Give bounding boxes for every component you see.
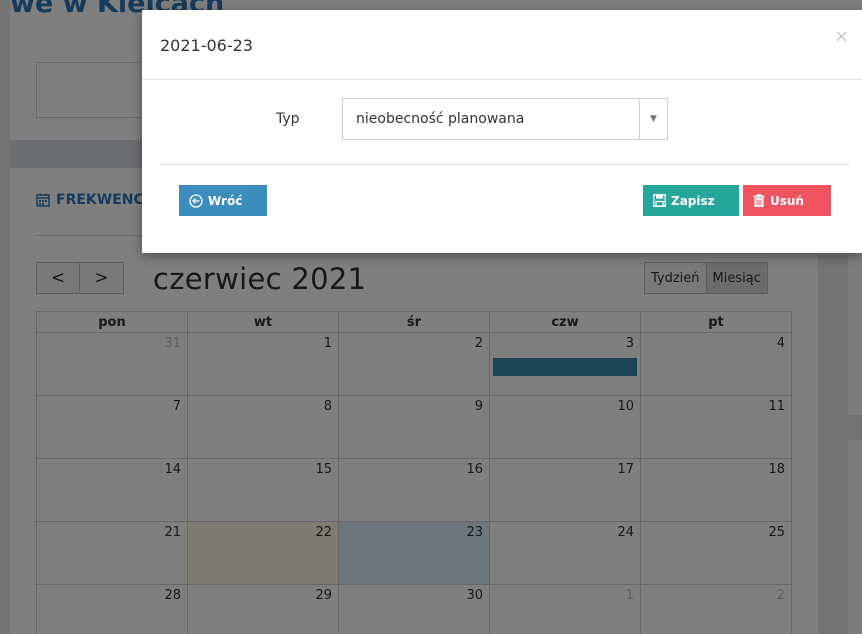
back-button-label: Wróć bbox=[208, 193, 243, 208]
arrow-circle-left-icon bbox=[189, 193, 203, 208]
type-select-value: nieobecność planowana bbox=[356, 111, 525, 127]
delete-button[interactable]: Usuń bbox=[743, 185, 831, 216]
modal-header: 2021-06-23 × bbox=[142, 10, 862, 80]
type-form-row: Typ nieobecność planowana ▼ bbox=[142, 98, 862, 140]
delete-button-label: Usuń bbox=[770, 193, 804, 208]
chevron-down-icon[interactable]: ▼ bbox=[639, 99, 667, 139]
back-button[interactable]: Wróć bbox=[179, 185, 267, 216]
modal-title: 2021-06-23 bbox=[160, 36, 253, 55]
floppy-disk-icon bbox=[653, 194, 666, 207]
close-icon[interactable]: × bbox=[834, 26, 849, 47]
modal-divider bbox=[160, 164, 850, 165]
trash-icon bbox=[753, 194, 765, 207]
save-button[interactable]: Zapisz bbox=[643, 185, 739, 216]
type-select[interactable]: nieobecność planowana ▼ bbox=[342, 98, 668, 140]
save-button-label: Zapisz bbox=[671, 193, 715, 208]
type-label: Typ bbox=[276, 111, 300, 127]
edit-attendance-modal: 2021-06-23 × Typ nieobecność planowana ▼… bbox=[142, 10, 862, 253]
